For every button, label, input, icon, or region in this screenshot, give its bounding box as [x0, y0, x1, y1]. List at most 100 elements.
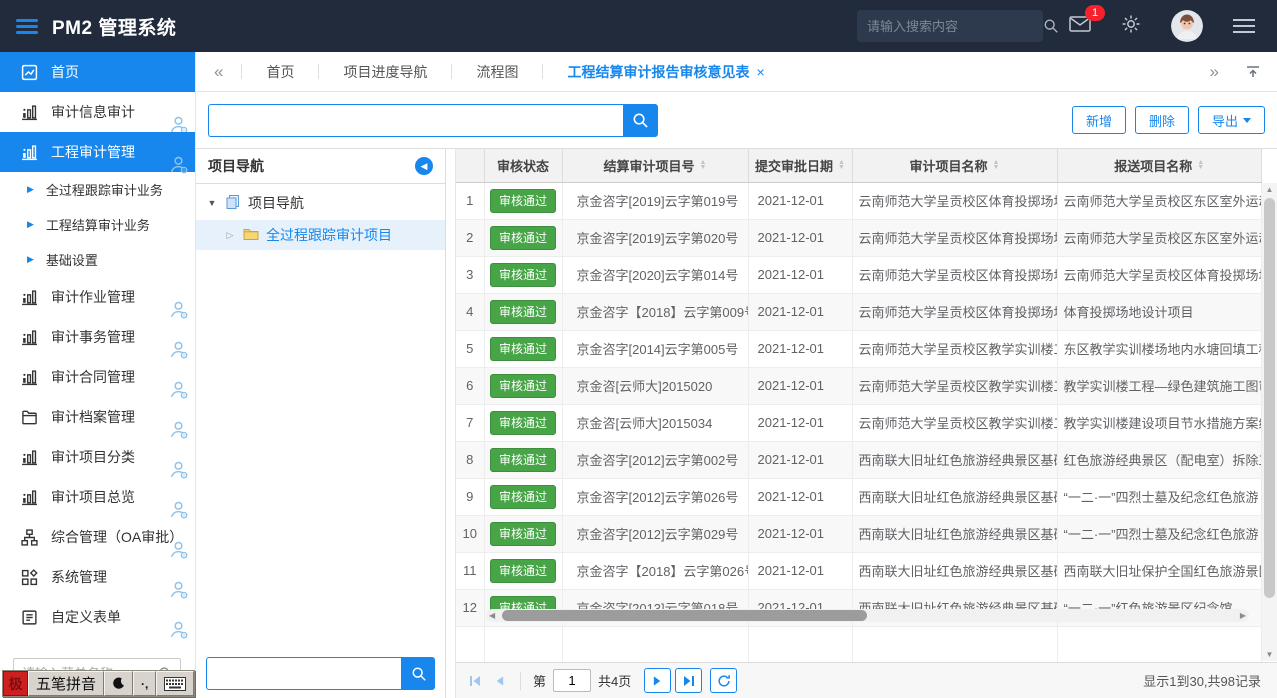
refresh-button[interactable]: [710, 668, 737, 693]
cell-report-project-name[interactable]: 云南师范大学呈贡校区东区室外运动: [1057, 219, 1262, 256]
tab-item[interactable]: 流程图: [452, 62, 542, 82]
grid-search-button[interactable]: [623, 104, 658, 137]
sort-icon[interactable]: ▲▼: [838, 160, 845, 170]
next-page-button[interactable]: [644, 668, 671, 693]
cell-project-code[interactable]: 京金咨字[2019]云字第019号: [562, 182, 748, 219]
cell-audit-project-name[interactable]: 云南师范大学呈贡校区体育投掷场地: [852, 182, 1057, 219]
search-icon[interactable]: [1043, 18, 1059, 34]
sidebar-subitem[interactable]: ▶全过程跟踪审计业务: [0, 172, 195, 207]
cell-submit-date[interactable]: 2021-12-01: [748, 182, 852, 219]
global-search-input[interactable]: [867, 19, 1043, 34]
export-button[interactable]: 导出: [1198, 106, 1265, 134]
sidebar-item[interactable]: 审计作业管理: [0, 277, 195, 317]
settings-button[interactable]: [1121, 14, 1141, 39]
sidebar-item[interactable]: 审计事务管理: [0, 317, 195, 357]
cell-audit-project-name[interactable]: 西南联大旧址红色旅游经典景区基础: [852, 552, 1057, 589]
tree-expanded-icon[interactable]: ▼: [206, 198, 218, 208]
cell-report-project-name[interactable]: 西南联大旧址保护全国红色旅游景区: [1057, 552, 1262, 589]
cell-audit-project-name[interactable]: 云南师范大学呈贡校区教学实训楼工: [852, 404, 1057, 441]
cell-project-code[interactable]: 京金咨字[2020]云字第014号: [562, 256, 748, 293]
cell-report-project-name[interactable]: 云南师范大学呈贡校区体育投掷场地: [1057, 256, 1262, 293]
cell-status[interactable]: 审核通过: [484, 478, 562, 515]
tab-item[interactable]: 项目进度导航: [319, 62, 451, 82]
cell-project-code[interactable]: 京金咨[云师大]2015034: [562, 404, 748, 441]
cell-submit-date[interactable]: 2021-12-01: [748, 330, 852, 367]
cell-project-code[interactable]: 京金咨字[2012]云字第002号: [562, 441, 748, 478]
scroll-down-icon[interactable]: ▼: [1262, 650, 1277, 659]
cell-report-project-name[interactable]: 教学实训楼工程—绿色建筑施工图审: [1057, 367, 1262, 404]
table-row[interactable]: 8审核通过京金咨字[2012]云字第002号2021-12-01西南联大旧址红色…: [456, 441, 1262, 478]
cell-status[interactable]: 审核通过: [484, 330, 562, 367]
table-row[interactable]: 9审核通过京金咨字[2012]云字第026号2021-12-01西南联大旧址红色…: [456, 478, 1262, 515]
tab-close-icon[interactable]: ×: [756, 64, 764, 80]
sidebar-item[interactable]: 自定义表单: [0, 597, 195, 637]
table-row[interactable]: 7审核通过京金咨[云师大]20150342021-12-01云南师范大学呈贡校区…: [456, 404, 1262, 441]
tabs-scroll-left-icon[interactable]: «: [196, 62, 241, 82]
sidebar-item[interactable]: 首页: [0, 52, 195, 92]
scroll-left-icon[interactable]: ◀: [486, 611, 498, 620]
cell-status[interactable]: 审核通过: [484, 293, 562, 330]
cell-audit-project-name[interactable]: 云南师范大学呈贡校区教学实训楼工: [852, 330, 1057, 367]
ime-logo-icon[interactable]: 极: [3, 671, 28, 696]
cell-submit-date[interactable]: 2021-12-01: [748, 219, 852, 256]
cell-status[interactable]: 审核通过: [484, 219, 562, 256]
sidebar-item[interactable]: 系统管理: [0, 557, 195, 597]
collapse-panel-icon[interactable]: [1237, 64, 1277, 80]
cell-status[interactable]: 审核通过: [484, 441, 562, 478]
cell-report-project-name[interactable]: 红色旅游经典景区（配电室）拆除工程: [1057, 441, 1262, 478]
cell-report-project-name[interactable]: 体育投掷场地设计项目: [1057, 293, 1262, 330]
sidebar-subitem[interactable]: ▶基础设置: [0, 242, 195, 277]
table-row[interactable]: 10审核通过京金咨字[2012]云字第029号2021-12-01西南联大旧址红…: [456, 515, 1262, 552]
cell-status[interactable]: 审核通过: [484, 404, 562, 441]
table-row[interactable]: 4审核通过京金咨字【2018】云字第009号2021-12-01云南师范大学呈贡…: [456, 293, 1262, 330]
sidebar-toggle-icon[interactable]: [16, 16, 38, 37]
sidebar-item[interactable]: 审计合同管理: [0, 357, 195, 397]
sort-icon[interactable]: ▲▼: [993, 160, 1000, 170]
cell-project-code[interactable]: 京金咨字[2012]云字第029号: [562, 515, 748, 552]
add-button[interactable]: 新增: [1072, 106, 1126, 134]
cell-submit-date[interactable]: 2021-12-01: [748, 515, 852, 552]
cell-submit-date[interactable]: 2021-12-01: [748, 441, 852, 478]
sidebar-item[interactable]: 审计项目分类: [0, 437, 195, 477]
column-header[interactable]: 审计项目名称▲▼: [852, 149, 1057, 182]
cell-audit-project-name[interactable]: 云南师范大学呈贡校区体育投掷场地: [852, 256, 1057, 293]
last-page-button[interactable]: [675, 668, 702, 693]
cell-status[interactable]: 审核通过: [484, 182, 562, 219]
cell-submit-date[interactable]: 2021-12-01: [748, 293, 852, 330]
horizontal-scrollbar[interactable]: ◀ ▶: [486, 609, 1249, 622]
cell-submit-date[interactable]: 2021-12-01: [748, 367, 852, 404]
cell-report-project-name[interactable]: “一二·一”四烈士墓及纪念红色旅游: [1057, 478, 1262, 515]
sort-icon[interactable]: ▲▼: [700, 160, 707, 170]
cell-report-project-name[interactable]: 东区教学实训楼场地内水塘回填工程: [1057, 330, 1262, 367]
user-avatar[interactable]: [1171, 10, 1203, 42]
cell-report-project-name[interactable]: 云南师范大学呈贡校区东区室外运动: [1057, 182, 1262, 219]
ime-punctuation-button[interactable]: ·,: [133, 671, 156, 696]
scroll-right-icon[interactable]: ▶: [1237, 611, 1249, 620]
cell-submit-date[interactable]: 2021-12-01: [748, 478, 852, 515]
grid-search-input[interactable]: [208, 104, 623, 137]
table-row[interactable]: 1审核通过京金咨字[2019]云字第019号2021-12-01云南师范大学呈贡…: [456, 182, 1262, 219]
ime-mode-button[interactable]: 五笔拼音: [28, 671, 104, 696]
column-header[interactable]: 报送项目名称▲▼: [1057, 149, 1262, 182]
messages-button[interactable]: 1: [1069, 15, 1091, 38]
column-header[interactable]: 提交审批日期▲▼: [748, 149, 852, 182]
tabs-scroll-right-icon[interactable]: »: [1192, 62, 1237, 82]
cell-audit-project-name[interactable]: 云南师范大学呈贡校区教学实训楼工: [852, 367, 1057, 404]
table-row[interactable]: 3审核通过京金咨字[2020]云字第014号2021-12-01云南师范大学呈贡…: [456, 256, 1262, 293]
tab-item[interactable]: 工程结算审计报告审核意见表×: [543, 62, 788, 82]
prev-page-icon[interactable]: [491, 675, 508, 687]
cell-audit-project-name[interactable]: 西南联大旧址红色旅游经典景区基础: [852, 441, 1057, 478]
cell-submit-date[interactable]: 2021-12-01: [748, 404, 852, 441]
tab-item[interactable]: 首页: [242, 62, 318, 82]
panel-collapse-icon[interactable]: ◀: [415, 157, 433, 175]
sidebar-item[interactable]: 工程审计管理: [0, 132, 195, 172]
cell-project-code[interactable]: 京金咨字[2019]云字第020号: [562, 219, 748, 256]
cell-audit-project-name[interactable]: 云南师范大学呈贡校区体育投掷场地: [852, 293, 1057, 330]
table-row[interactable]: 6审核通过京金咨[云师大]20150202021-12-01云南师范大学呈贡校区…: [456, 367, 1262, 404]
cell-status[interactable]: 审核通过: [484, 367, 562, 404]
cell-submit-date[interactable]: 2021-12-01: [748, 552, 852, 589]
table-row[interactable]: 11审核通过京金咨字【2018】云字第026号2021-12-01西南联大旧址红…: [456, 552, 1262, 589]
vertical-scrollbar[interactable]: ▲ ▼: [1262, 183, 1277, 661]
sidebar-item[interactable]: 审计项目总览: [0, 477, 195, 517]
cell-audit-project-name[interactable]: 云南师范大学呈贡校区体育投掷场地: [852, 219, 1057, 256]
